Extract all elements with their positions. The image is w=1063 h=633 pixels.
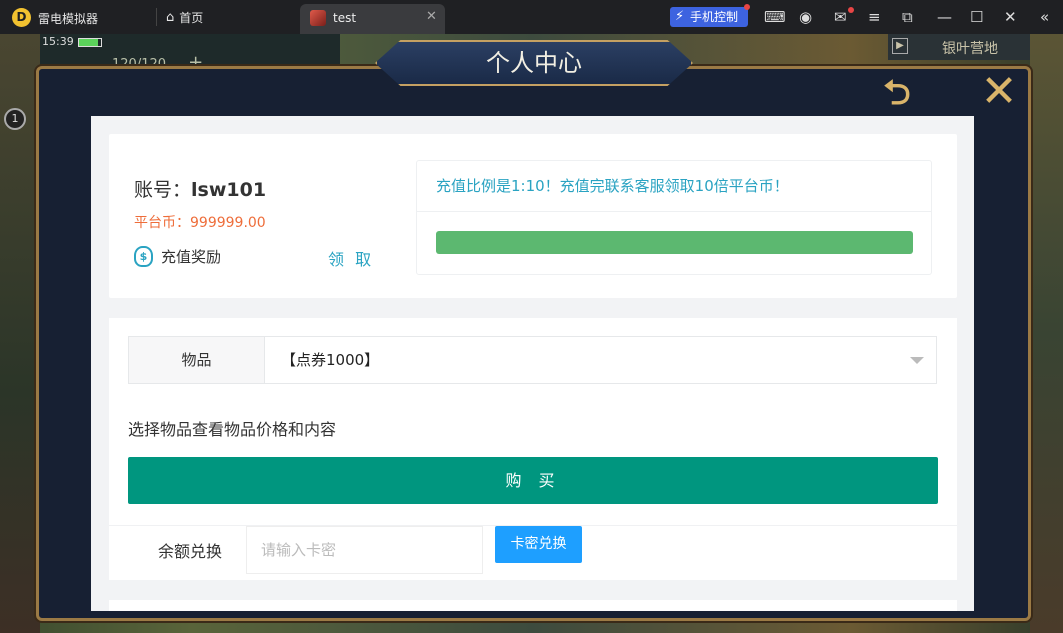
- player-level-badge: 1: [4, 108, 26, 130]
- notification-dot: [744, 4, 750, 10]
- home-tab-label: 首页: [179, 11, 204, 25]
- title-bar: D 雷电模拟器 ⌂ 首页 test ✕ ⚡ 手机控制 ⌨ ◉ ✉ ≡ ⧉ — ☐…: [0, 0, 1063, 34]
- maximize-icon[interactable]: ☐: [970, 8, 983, 26]
- home-icon: ⌂: [166, 10, 175, 25]
- game-clock: 15:39: [42, 35, 74, 48]
- claim-button[interactable]: 领 取: [328, 246, 374, 270]
- item-label: 物品: [129, 337, 265, 383]
- dialog-title: 个人中心: [375, 40, 693, 86]
- dialog-content: 账号：lsw101 平台币：999999.00 $ 充值奖励 领 取 充值比例是…: [91, 116, 974, 611]
- item-hint: 选择物品查看物品价格和内容: [128, 420, 337, 439]
- account-username: lsw101: [191, 179, 267, 201]
- notice-divider: [417, 211, 931, 212]
- item-select-value[interactable]: 【点券1000】: [281, 337, 379, 383]
- back-button[interactable]: ⮌: [866, 76, 928, 114]
- gamepad-icon[interactable]: ⌨: [764, 8, 786, 26]
- card-redeem-button[interactable]: 卡密兑换: [495, 526, 582, 563]
- mail-icon[interactable]: ✉: [834, 8, 847, 26]
- location-banner[interactable]: ▶ 银叶营地: [888, 34, 1030, 60]
- coins-label: 平台币：: [134, 215, 190, 231]
- user-account-icon[interactable]: ◉: [799, 8, 812, 26]
- home-tab[interactable]: ⌂ 首页: [166, 9, 203, 26]
- emulator-window: D 雷电模拟器 ⌂ 首页 test ✕ ⚡ 手机控制 ⌨ ◉ ✉ ≡ ⧉ — ☐…: [0, 0, 1063, 633]
- menu-icon[interactable]: ≡: [868, 8, 881, 26]
- location-label: 银叶营地: [942, 41, 998, 57]
- mail-notification-dot: [848, 7, 854, 13]
- phone-control-button[interactable]: ⚡ 手机控制: [670, 7, 748, 27]
- ldplayer-logo-icon: D: [12, 8, 31, 27]
- close-dialog-button[interactable]: ✕: [974, 70, 1024, 118]
- game-right-hud: [1030, 34, 1063, 633]
- recharge-reward: $ 充值奖励: [134, 246, 221, 267]
- close-tab-icon[interactable]: ✕: [426, 9, 437, 24]
- recharge-notice: 充值比例是1:10！充值完联系客服领取10倍平台币！: [416, 160, 932, 275]
- expand-arrow-icon: ▶: [892, 38, 908, 54]
- buy-button[interactable]: 购 买: [128, 457, 938, 504]
- lightning-icon: ⚡: [675, 9, 685, 24]
- dropdown-caret-icon[interactable]: [910, 357, 924, 364]
- title-separator: [156, 8, 157, 26]
- next-card: [109, 600, 957, 611]
- minimize-icon[interactable]: —: [937, 8, 952, 26]
- restore-window-icon[interactable]: ⧉: [902, 8, 913, 26]
- game-app-icon: [310, 10, 326, 26]
- shop-card: 物品 【点券1000】 选择物品查看物品价格和内容 购 买 余额兑换 卡密兑换: [109, 318, 957, 580]
- close-window-icon[interactable]: ✕: [1004, 8, 1017, 26]
- account-label: 账号：: [134, 179, 192, 201]
- platform-coins: 平台币：999999.00: [134, 212, 266, 232]
- balance-redeem-label: 余额兑换: [158, 542, 223, 561]
- sidebar-toggle-icon[interactable]: «: [1040, 8, 1049, 26]
- account-card: 账号：lsw101 平台币：999999.00 $ 充值奖励 领 取 充值比例是…: [109, 134, 957, 298]
- reward-label: 充值奖励: [161, 248, 222, 266]
- item-select-row[interactable]: 物品 【点券1000】: [128, 336, 937, 384]
- battery-icon: [78, 38, 102, 47]
- coins-value: 999999.00: [190, 215, 266, 231]
- progress-bar: [436, 231, 913, 254]
- card-code-input[interactable]: [246, 526, 483, 574]
- app-name: 雷电模拟器: [38, 12, 99, 26]
- notice-text: 充值比例是1:10！充值完联系客服领取10倍平台币！: [436, 177, 789, 195]
- game-tab-label: test: [333, 11, 357, 25]
- phone-control-label: 手机控制: [690, 10, 739, 24]
- game-tab[interactable]: test ✕: [300, 4, 445, 34]
- money-bag-icon: $: [134, 246, 153, 267]
- account-line: 账号：lsw101: [134, 175, 266, 202]
